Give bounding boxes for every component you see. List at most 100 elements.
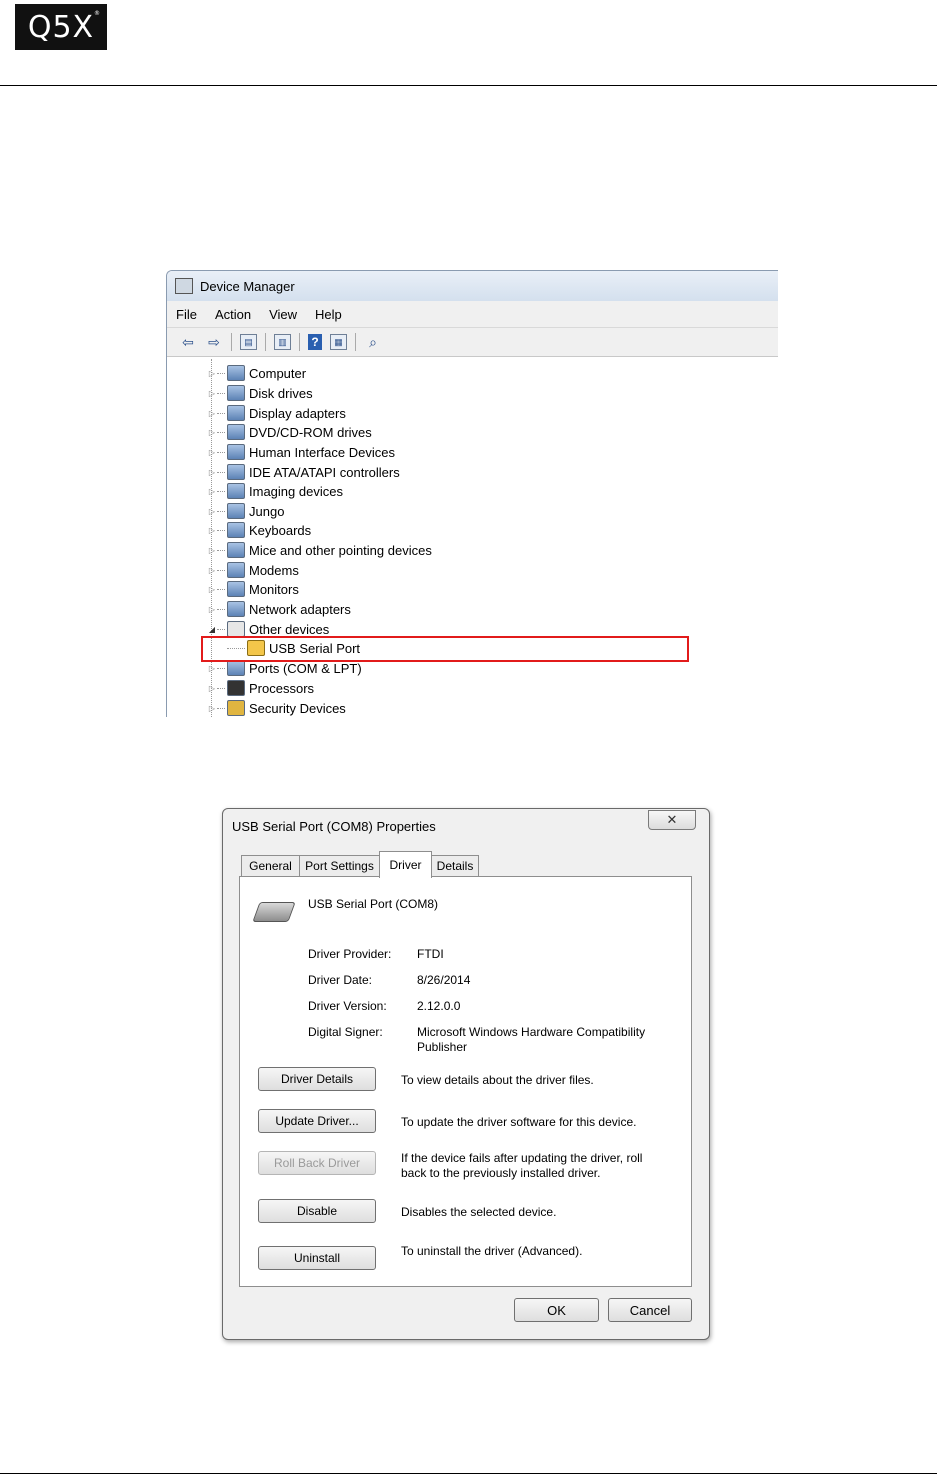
disk-drive-icon bbox=[227, 385, 245, 401]
unknown-device-icon bbox=[227, 621, 245, 637]
expand-arrow-icon[interactable]: ▷ bbox=[207, 487, 217, 496]
tree-item-label: Keyboards bbox=[249, 522, 312, 538]
tree-item-label: IDE ATA/ATAPI controllers bbox=[249, 464, 400, 480]
expand-arrow-icon[interactable]: ▷ bbox=[207, 684, 217, 693]
mouse-icon bbox=[227, 542, 245, 558]
tree-item-label: Monitors bbox=[249, 581, 299, 597]
uninstall-button[interactable]: Uninstall bbox=[258, 1246, 376, 1270]
tree-item-mice[interactable]: ▷ Mice and other pointing devices bbox=[207, 540, 432, 560]
expand-arrow-icon[interactable]: ▷ bbox=[207, 566, 217, 575]
tree-item-label: Network adapters bbox=[249, 601, 351, 617]
driver-date-value: 8/26/2014 bbox=[417, 973, 471, 987]
toolbar-separator bbox=[231, 333, 232, 351]
update-driver-description: To update the driver software for this d… bbox=[401, 1115, 637, 1129]
tab-general[interactable]: General bbox=[241, 855, 300, 876]
registered-mark: ® bbox=[94, 10, 101, 17]
expand-arrow-icon[interactable]: ▷ bbox=[207, 585, 217, 594]
update-driver-button[interactable]: Update Driver... bbox=[258, 1109, 376, 1133]
show-hide-console-tree-icon[interactable]: ▤ bbox=[240, 334, 257, 350]
device-tree: ▷ Computer ▷ Disk drives ▷ Display adapters… bbox=[167, 359, 778, 717]
tree-item-jungo[interactable]: ▷ Jungo bbox=[207, 501, 284, 521]
expand-arrow-icon[interactable]: ▷ bbox=[207, 448, 217, 457]
driver-version-label: Driver Version: bbox=[308, 999, 387, 1013]
menu-bar: File Action View Help bbox=[167, 301, 778, 328]
processor-icon bbox=[227, 680, 245, 696]
back-arrow-icon[interactable]: ⇦ bbox=[179, 334, 197, 350]
toolbar-separator bbox=[265, 333, 266, 351]
tree-item-ide-controllers[interactable]: ▷ IDE ATA/ATAPI controllers bbox=[207, 462, 400, 482]
port-icon bbox=[227, 660, 245, 676]
menu-action[interactable]: Action bbox=[206, 307, 260, 322]
tree-item-label: Processors bbox=[249, 680, 315, 696]
expand-arrow-icon[interactable]: ▷ bbox=[207, 409, 217, 418]
driver-provider-value: FTDI bbox=[417, 947, 444, 961]
tree-item-disk-drives[interactable]: ▷ Disk drives bbox=[207, 383, 313, 403]
scan-hardware-icon[interactable]: ⌕ bbox=[364, 334, 382, 350]
device-manager-icon bbox=[175, 278, 193, 294]
driver-version-value: 2.12.0.0 bbox=[417, 999, 461, 1013]
logo-text: Q5X bbox=[27, 9, 95, 45]
tab-driver[interactable]: Driver bbox=[379, 851, 432, 878]
tab-port-settings[interactable]: Port Settings bbox=[299, 855, 380, 876]
jungo-icon bbox=[227, 503, 245, 519]
expand-arrow-icon[interactable]: ▷ bbox=[207, 664, 217, 673]
tree-item-keyboards[interactable]: ▷ Keyboards bbox=[207, 520, 311, 540]
cancel-button[interactable]: Cancel bbox=[608, 1298, 692, 1322]
driver-date-label: Driver Date: bbox=[308, 973, 373, 987]
expand-arrow-icon[interactable]: ▷ bbox=[207, 526, 217, 535]
tree-item-modems[interactable]: ▷ Modems bbox=[207, 560, 299, 580]
camera-icon bbox=[227, 483, 245, 499]
properties-icon[interactable]: ▥ bbox=[274, 334, 291, 350]
tree-item-processors[interactable]: ▷ Processors bbox=[207, 678, 314, 698]
roll-back-driver-button: Roll Back Driver bbox=[258, 1151, 376, 1175]
tree-item-dvd-drives[interactable]: ▷ DVD/CD-ROM drives bbox=[207, 422, 372, 442]
tree-item-label: Mice and other pointing devices bbox=[249, 542, 432, 558]
expand-arrow-icon[interactable]: ▷ bbox=[207, 507, 217, 516]
expand-arrow-icon[interactable]: ▷ bbox=[207, 468, 217, 477]
tab-details[interactable]: Details bbox=[431, 855, 479, 876]
computer-icon bbox=[227, 365, 245, 381]
device-manager-titlebar: Device Manager bbox=[167, 271, 778, 301]
tree-item-hid[interactable]: ▷ Human Interface Devices bbox=[207, 442, 395, 462]
q5x-logo: Q5X ® bbox=[15, 4, 107, 50]
serial-port-icon bbox=[252, 902, 296, 922]
keyboard-icon bbox=[227, 522, 245, 538]
modem-icon bbox=[227, 562, 245, 578]
tree-item-network-adapters[interactable]: ▷ Network adapters bbox=[207, 599, 351, 619]
expand-arrow-icon[interactable]: ▷ bbox=[207, 369, 217, 378]
expand-arrow-icon[interactable]: ▷ bbox=[207, 428, 217, 437]
action-pane-icon[interactable]: ▦ bbox=[330, 334, 347, 350]
tree-item-label: Computer bbox=[249, 365, 307, 381]
header-rule bbox=[0, 85, 937, 86]
footer-rule bbox=[0, 1473, 937, 1474]
hid-icon bbox=[227, 444, 245, 460]
expand-arrow-icon[interactable]: ▷ bbox=[207, 546, 217, 555]
ok-button[interactable]: OK bbox=[514, 1298, 599, 1322]
disable-button[interactable]: Disable bbox=[258, 1199, 376, 1223]
collapse-arrow-icon[interactable]: ◢ bbox=[207, 625, 217, 634]
driver-details-button[interactable]: Driver Details bbox=[258, 1067, 376, 1091]
tree-item-label: Disk drives bbox=[249, 385, 313, 401]
monitor-icon bbox=[227, 581, 245, 597]
tree-item-security-devices[interactable]: ▷ Security Devices bbox=[207, 698, 346, 717]
menu-view[interactable]: View bbox=[260, 307, 306, 322]
close-button[interactable]: ✕ bbox=[648, 810, 696, 830]
tree-item-display-adapters[interactable]: ▷ Display adapters bbox=[207, 403, 346, 423]
properties-dialog: USB Serial Port (COM8) Properties ✕ Gene… bbox=[222, 808, 710, 1340]
ide-icon bbox=[227, 464, 245, 480]
menu-help[interactable]: Help bbox=[306, 307, 351, 322]
expand-arrow-icon[interactable]: ▷ bbox=[207, 704, 217, 713]
expand-arrow-icon[interactable]: ▷ bbox=[207, 389, 217, 398]
toolbar-separator bbox=[299, 333, 300, 351]
expand-arrow-icon[interactable]: ▷ bbox=[207, 605, 217, 614]
tree-item-monitors[interactable]: ▷ Monitors bbox=[207, 579, 299, 599]
forward-arrow-icon[interactable]: ⇨ bbox=[205, 334, 223, 350]
device-name: USB Serial Port (COM8) bbox=[308, 897, 439, 911]
tree-item-computer[interactable]: ▷ Computer bbox=[207, 363, 306, 383]
help-icon[interactable]: ? bbox=[308, 334, 322, 350]
network-icon bbox=[227, 601, 245, 617]
tree-item-imaging-devices[interactable]: ▷ Imaging devices bbox=[207, 481, 343, 501]
menu-file[interactable]: File bbox=[167, 307, 206, 322]
tree-item-label: Display adapters bbox=[249, 405, 346, 421]
dvd-icon bbox=[227, 424, 245, 440]
